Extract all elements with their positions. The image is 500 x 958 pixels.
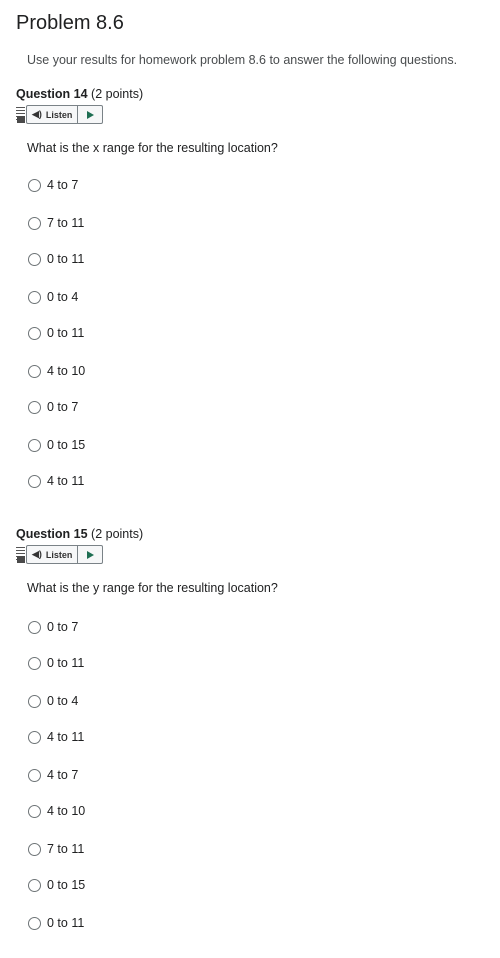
answer-option[interactable]: 7 to 11 <box>28 840 84 858</box>
question-title: Question 15 <box>16 527 88 541</box>
option-label: 0 to 4 <box>47 694 79 708</box>
listen-label: Listen <box>45 109 73 120</box>
answer-option[interactable]: 7 to 11 <box>28 214 84 232</box>
listen-toolbar: ◀) Listen <box>16 105 104 124</box>
radio-button[interactable] <box>28 438 41 452</box>
radio-button[interactable] <box>28 730 41 744</box>
speaker-icon: ◀) <box>32 109 42 119</box>
document-icon <box>16 105 26 124</box>
radio-button[interactable] <box>28 842 41 856</box>
option-label: 4 to 10 <box>47 364 86 378</box>
listen-button[interactable]: ◀) Listen <box>26 105 79 124</box>
play-button[interactable] <box>78 545 104 564</box>
option-label: 0 to 11 <box>47 326 85 340</box>
answer-option[interactable]: 0 to 4 <box>28 288 78 306</box>
intro-text: Use your results for homework problem 8.… <box>27 53 458 67</box>
answer-option[interactable]: 0 to 15 <box>28 436 85 454</box>
answer-option[interactable]: 0 to 7 <box>28 398 78 416</box>
option-label: 0 to 11 <box>47 252 85 266</box>
radio-button[interactable] <box>28 656 41 670</box>
option-label: 0 to 11 <box>47 656 85 670</box>
answer-option[interactable]: 0 to 11 <box>28 250 84 268</box>
question-text: What is the y range for the resulting lo… <box>27 581 278 595</box>
option-label: 7 to 11 <box>47 842 85 856</box>
answer-option[interactable]: 0 to 11 <box>28 654 84 672</box>
radio-button[interactable] <box>28 804 41 818</box>
option-label: 4 to 7 <box>47 178 79 192</box>
listen-button[interactable]: ◀) Listen <box>26 545 79 564</box>
radio-button[interactable] <box>28 620 41 634</box>
option-label: 0 to 4 <box>47 290 79 304</box>
play-icon <box>86 550 94 559</box>
option-label: 4 to 10 <box>47 804 86 818</box>
question-points: (2 points) <box>91 527 144 541</box>
option-label: 0 to 7 <box>47 620 79 634</box>
option-label: 0 to 15 <box>47 438 86 452</box>
question-header: Question 14 (2 points) <box>16 86 143 102</box>
question-text: What is the x range for the resulting lo… <box>27 141 278 155</box>
option-label: 4 to 11 <box>47 730 85 744</box>
listen-label: Listen <box>45 549 73 560</box>
question-header: Question 15 (2 points) <box>16 526 143 542</box>
answer-option[interactable]: 4 to 7 <box>28 176 78 194</box>
radio-button[interactable] <box>28 400 41 414</box>
answer-option[interactable]: 0 to 4 <box>28 692 78 710</box>
radio-button[interactable] <box>28 474 41 488</box>
radio-button[interactable] <box>28 694 41 708</box>
question-title: Question 14 <box>16 87 88 101</box>
answer-option[interactable]: 4 to 7 <box>28 766 78 784</box>
option-label: 0 to 7 <box>47 400 79 414</box>
option-label: 4 to 7 <box>47 768 79 782</box>
option-label: 0 to 11 <box>47 916 85 930</box>
option-label: 4 to 11 <box>47 474 85 488</box>
radio-button[interactable] <box>28 216 41 230</box>
answer-option[interactable]: 0 to 11 <box>28 324 84 342</box>
answer-option[interactable]: 4 to 11 <box>28 472 84 490</box>
radio-button[interactable] <box>28 326 41 340</box>
radio-button[interactable] <box>28 916 41 930</box>
radio-button[interactable] <box>28 768 41 782</box>
play-icon <box>86 110 94 119</box>
answer-option[interactable]: 0 to 11 <box>28 914 84 932</box>
play-button[interactable] <box>78 105 104 124</box>
question-points: (2 points) <box>91 87 144 101</box>
answer-option[interactable]: 4 to 11 <box>28 728 84 746</box>
answer-option[interactable]: 4 to 10 <box>28 802 85 820</box>
radio-button[interactable] <box>28 252 41 266</box>
listen-toolbar: ◀) Listen <box>16 545 104 564</box>
document-icon <box>16 545 26 564</box>
option-label: 0 to 15 <box>47 878 86 892</box>
answer-option[interactable]: 0 to 15 <box>28 876 85 894</box>
answer-option[interactable]: 4 to 10 <box>28 362 85 380</box>
radio-button[interactable] <box>28 290 41 304</box>
answer-option[interactable]: 0 to 7 <box>28 618 78 636</box>
radio-button[interactable] <box>28 364 41 378</box>
radio-button[interactable] <box>28 178 41 192</box>
radio-button[interactable] <box>28 878 41 892</box>
speaker-icon: ◀) <box>32 549 42 559</box>
option-label: 7 to 11 <box>47 216 85 230</box>
page-title: Problem 8.6 <box>16 12 124 34</box>
